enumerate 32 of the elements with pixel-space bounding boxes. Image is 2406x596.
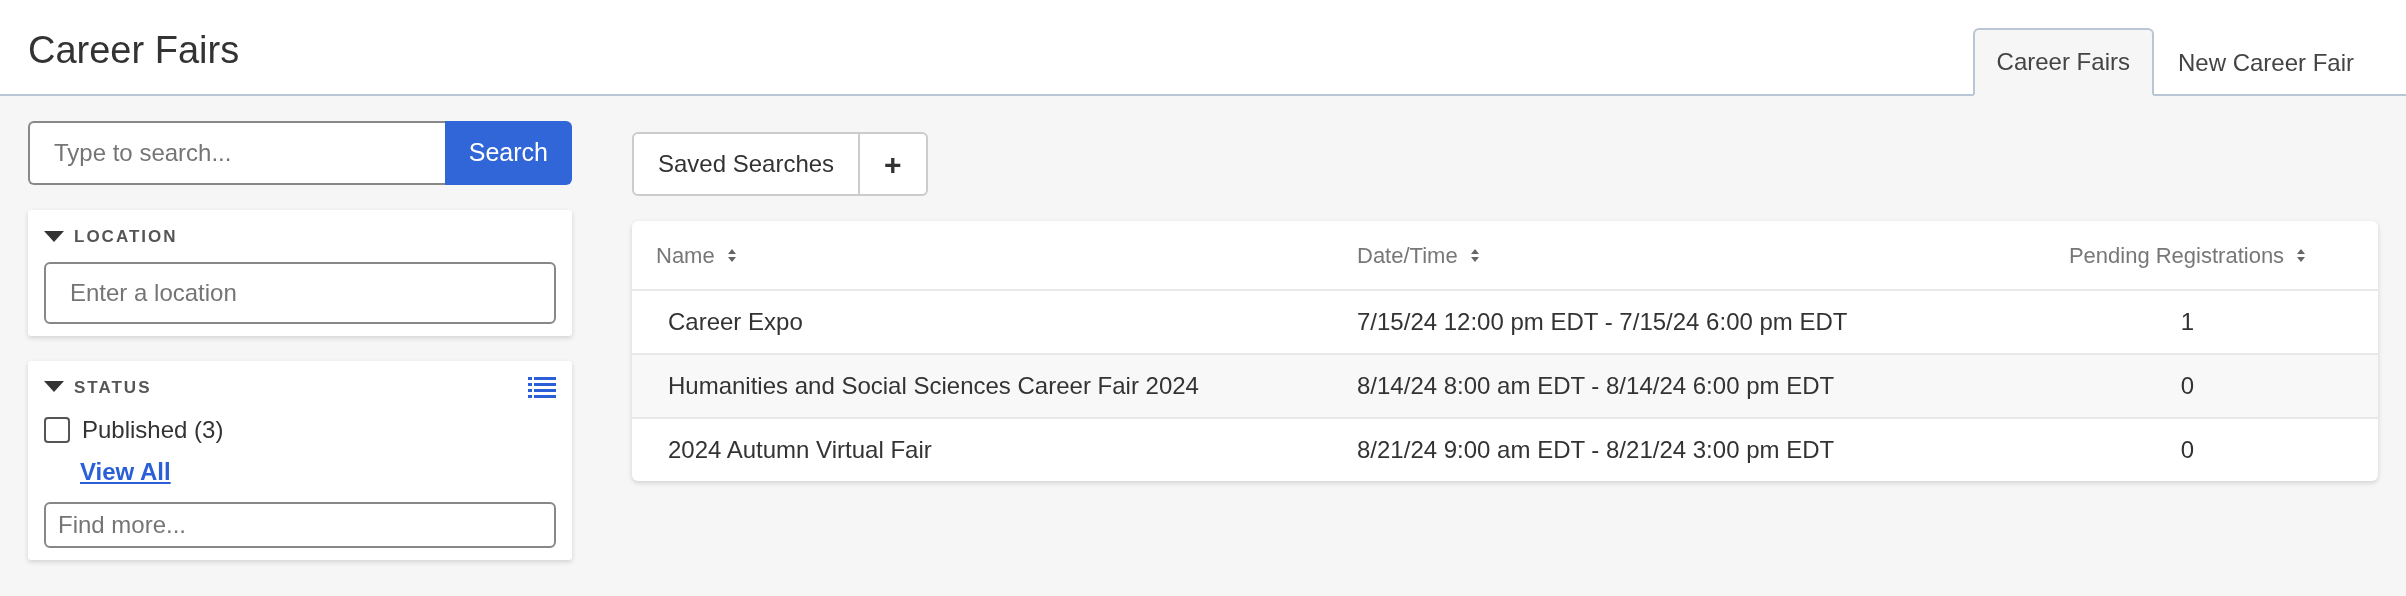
tab[interactable]: New Career Fair: [2153, 28, 2378, 96]
table-cell-text: 0: [2180, 435, 2195, 465]
checkbox[interactable]: [44, 417, 70, 443]
view-all-link[interactable]: View All: [80, 458, 171, 485]
table-cell-text: 0: [2180, 371, 2195, 401]
table-cell-text: 7/15/24 12:00 pm EDT - 7/15/24 6:00 pm EDT: [1357, 307, 1848, 337]
table-cell-text: 2024 Autumn Virtual Fair: [668, 435, 932, 465]
location-field[interactable]: Enter a location: [44, 261, 556, 324]
add-button[interactable]: +: [860, 132, 928, 196]
sort-icon: [726, 247, 737, 263]
table-cell-text: 1: [2180, 307, 2195, 337]
search-button[interactable]: Search: [444, 121, 572, 185]
caret-icon[interactable]: [44, 381, 64, 394]
list-icon[interactable]: [528, 376, 556, 399]
search-field[interactable]: Type to search...: [28, 121, 445, 185]
column-header[interactable]: Name: [656, 238, 715, 272]
filter-title: STATUS: [74, 376, 152, 399]
find-more-field[interactable]: Find more...: [44, 502, 556, 548]
checkbox-label: Published (3): [82, 415, 224, 445]
column-header[interactable]: Pending Registrations: [2068, 238, 2285, 272]
caret-icon[interactable]: [44, 230, 64, 243]
column-header[interactable]: Date/Time: [1357, 238, 1458, 272]
table-cell-text: 8/21/24 9:00 am EDT - 8/21/24 3:00 pm EDT: [1357, 435, 1835, 465]
tab[interactable]: Career Fairs: [1972, 28, 2154, 96]
saved-searches-button[interactable]: Saved Searches: [632, 132, 861, 196]
table-cell-text: Humanities and Social Sciences Career Fair 2024: [668, 371, 1199, 401]
table-cell-text: Career Expo: [668, 307, 803, 337]
page-title: Career Fairs: [28, 28, 240, 73]
table-cell-text: 8/14/24 8:00 am EDT - 8/14/24 6:00 pm EDT: [1357, 371, 1835, 401]
sort-icon: [2296, 247, 2307, 263]
filter-title: LOCATION: [74, 226, 178, 248]
sort-icon: [1469, 247, 1480, 263]
